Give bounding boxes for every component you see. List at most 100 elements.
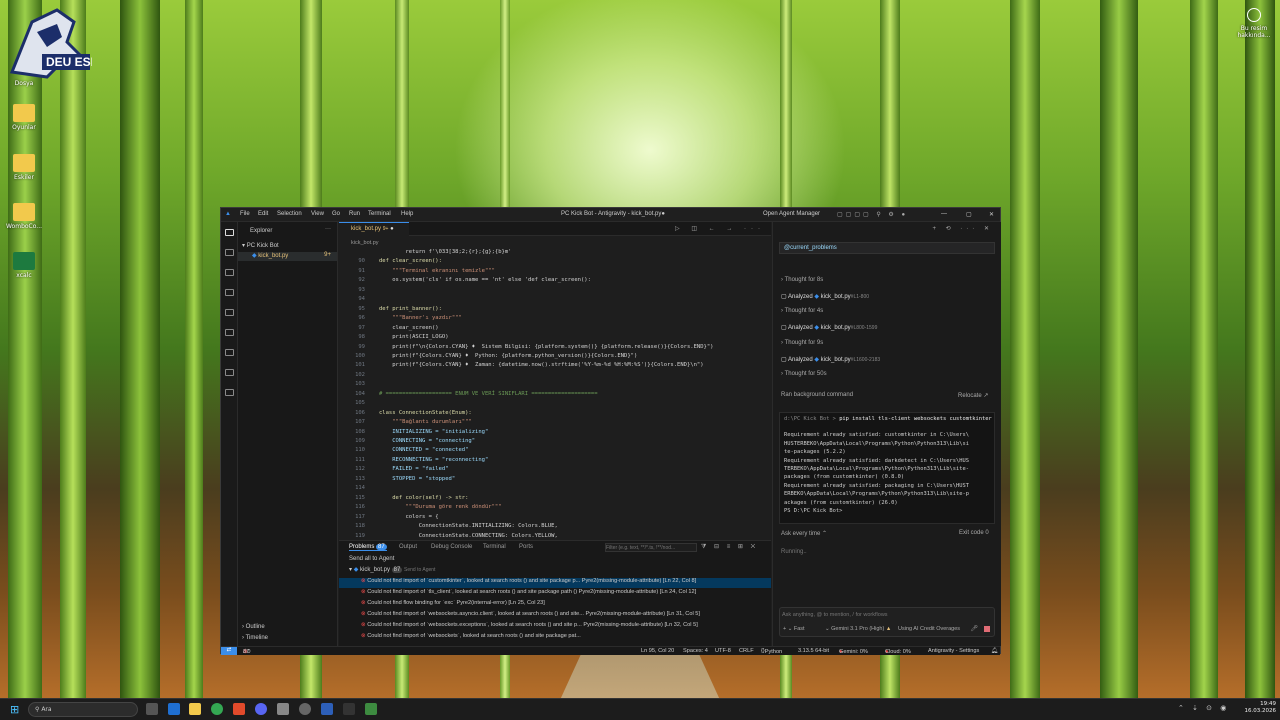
menu-selection[interactable]: Selection [277,211,302,217]
eol[interactable]: CRLF [739,648,754,654]
desktop-icon-xcalc[interactable]: xcalc [4,252,44,279]
agent-terminal[interactable]: d:\PC Kick Bot > pip install tls-client … [779,412,995,524]
tab-debug-console[interactable]: Debug Console [431,544,472,550]
stop-button[interactable] [984,626,990,632]
app-icon-3[interactable] [365,703,377,715]
menu-go[interactable]: Go [332,211,340,217]
menu-run[interactable]: Run [349,211,360,217]
analyzed-step[interactable]: ▢ Analyzed ◆ kick_bot.py#L800-1599 [781,324,877,331]
problem-row[interactable]: ⊗ Could not find import of `customtkinte… [339,578,771,588]
taskbar-search[interactable]: ⚲ Ara [28,702,138,717]
source-control-icon[interactable] [224,269,234,276]
thought-step[interactable]: › Thought for 9s [781,340,823,346]
problems-filter-input[interactable] [605,543,697,552]
problem-row[interactable]: ⊗ Could not find import of `tls_client`,… [339,589,771,599]
desktop-icon-dosya[interactable]: Dosya [4,80,44,87]
problems-file-group[interactable]: ▾ ◆ kick_bot.py 87 Send to Agent [349,566,435,573]
editor-actions[interactable]: ▷ ◫ ← → ··· [675,225,765,232]
encoding[interactable]: UTF-8 [715,648,731,654]
app-icon-1[interactable] [277,703,289,715]
language-mode[interactable]: {} Python [761,648,782,655]
agent-toolbar[interactable]: + ⟲ ··· ✕ [932,225,993,232]
context-chip[interactable]: @current_problems [779,242,995,254]
agent-input-box[interactable]: + ⌄ Fast ⌄ Gemini 3.1 Pro (High) ▲ Using… [779,607,995,637]
bell-icon[interactable]: 🔔︎ [991,648,998,654]
problem-row[interactable]: ⊗ Could not find import of `websockets.e… [339,622,771,632]
file-explorer-icon[interactable] [189,703,201,715]
thought-step[interactable]: › Thought for 8s [781,277,823,283]
send-all-to-agent[interactable]: Send all to Agent [349,556,394,562]
task-view-icon[interactable] [146,703,158,715]
extensions-icon[interactable] [224,329,234,336]
more-icon[interactable]: ··· [325,226,331,232]
model-selector[interactable]: ⌄ Gemini 3.1 Pro (High) ▲ [825,626,891,632]
problem-row[interactable]: ⊗ Could not find flow binding for `exc` … [339,600,771,610]
tab-problems[interactable]: Problems 87 [349,544,387,551]
ask-every-time[interactable]: Ask every time ⌃ [781,530,827,537]
image-info-button[interactable]: Bu resim hakkında... [1234,8,1274,39]
agent-icon[interactable] [224,369,234,376]
tab-kick-bot[interactable]: kick_bot.py 9+ ● [339,222,409,236]
open-agent-manager[interactable]: Open Agent Manager [763,211,820,217]
analyzed-step[interactable]: ▢ Analyzed ◆ kick_bot.py#L1-800 [781,293,869,300]
run-debug-icon[interactable] [224,289,234,296]
interpreter[interactable]: 3.13.5 64-bit [798,648,829,654]
problem-row[interactable]: ⊗ Could not find import of `websockets`,… [339,633,771,643]
indentation[interactable]: Spaces: 4 [683,648,708,654]
chrome-icon[interactable] [211,703,223,715]
editor[interactable]: kick_bot.py 9+ ● ▷ ◫ ← → ··· kick_bot.py… [339,222,771,540]
database-icon[interactable] [224,389,234,396]
maximize-button[interactable]: ▢ [966,211,972,218]
file-kick-bot[interactable]: ◆ kick_bot.py 9+ [238,252,337,261]
search-icon[interactable] [224,249,234,256]
clock[interactable]: 19:49 16.03.2026 [1236,701,1277,715]
agent-panel: + ⟲ ··· ✕ @current_problems › Thought fo… [772,222,1001,646]
discord-icon[interactable] [255,703,267,715]
layout-icons[interactable]: ▢▢▢▢ ⚲ ⚙ ● [837,211,908,218]
menu-terminal[interactable]: Terminal [368,211,391,217]
agent-input[interactable] [782,610,982,620]
breadcrumb[interactable]: kick_bot.py [351,240,379,246]
problem-row[interactable]: ⊗ Could not find import of `websockets.a… [339,611,771,621]
explorer-icon[interactable] [224,229,234,236]
mic-icon[interactable]: 🎤︎ [970,625,978,632]
menu-view[interactable]: View [311,211,324,217]
desktop-icon-wombo[interactable]: WomboCo... [4,203,44,230]
desktop-icon-eskiler[interactable]: Eskiler [4,154,44,181]
tab-output[interactable]: Output [399,544,417,550]
remote-icon[interactable] [224,309,234,316]
close-button[interactable]: ✕ [989,211,994,218]
menu-help[interactable]: Help [401,211,413,217]
line-number: 98 [358,334,365,341]
thought-step[interactable]: › Thought for 4s [781,308,823,314]
modified-dot-icon[interactable]: ● [390,226,394,232]
running-status: Running.. [781,549,807,555]
terminal-taskbar-icon[interactable] [343,703,355,715]
mode-selector[interactable]: + ⌄ Fast [783,626,805,632]
cursor-position[interactable]: Ln 95, Col 20 [641,648,674,654]
outline-section[interactable]: › Outline [242,624,265,630]
tab-terminal[interactable]: Terminal [483,544,506,550]
tab-ports[interactable]: Ports [519,544,533,550]
antigravity-taskbar-icon[interactable] [321,703,333,715]
desktop-icon-oyunlar[interactable]: Oyunlar [4,104,44,131]
folder-pc-kick-bot[interactable]: ▾ PC Kick Bot [242,242,338,249]
menu-file[interactable]: File [240,211,250,217]
thought-step[interactable]: › Thought for 50s [781,371,827,377]
tray-icons[interactable]: ⌃ ⇣ ⊙ ◉ [1178,704,1229,712]
store-icon[interactable] [168,703,180,715]
menu-edit[interactable]: Edit [258,211,268,217]
settings-link[interactable]: Antigravity - Settings [928,648,979,654]
timeline-section[interactable]: › Timeline [242,635,268,641]
analyzed-step[interactable]: ▢ Analyzed ◆ kick_bot.py#L1600-2183 [781,356,880,363]
brave-icon[interactable] [233,703,245,715]
panel-actions[interactable]: ⧩ ⊟ ≡ ⊞ ✕ [701,543,758,551]
remote-indicator[interactable]: ⇄ [221,647,237,655]
send-to-agent-link[interactable]: Send to Agent [404,567,435,573]
problems-indicator[interactable]: ⊗ 87 △ 0 [243,648,250,655]
app-icon-2[interactable] [299,703,311,715]
minimize-button[interactable]: — [941,211,947,217]
testing-icon[interactable] [224,349,234,356]
start-button[interactable]: ⊞ [10,703,19,716]
relocate-link[interactable]: Relocate ↗ [958,392,988,399]
